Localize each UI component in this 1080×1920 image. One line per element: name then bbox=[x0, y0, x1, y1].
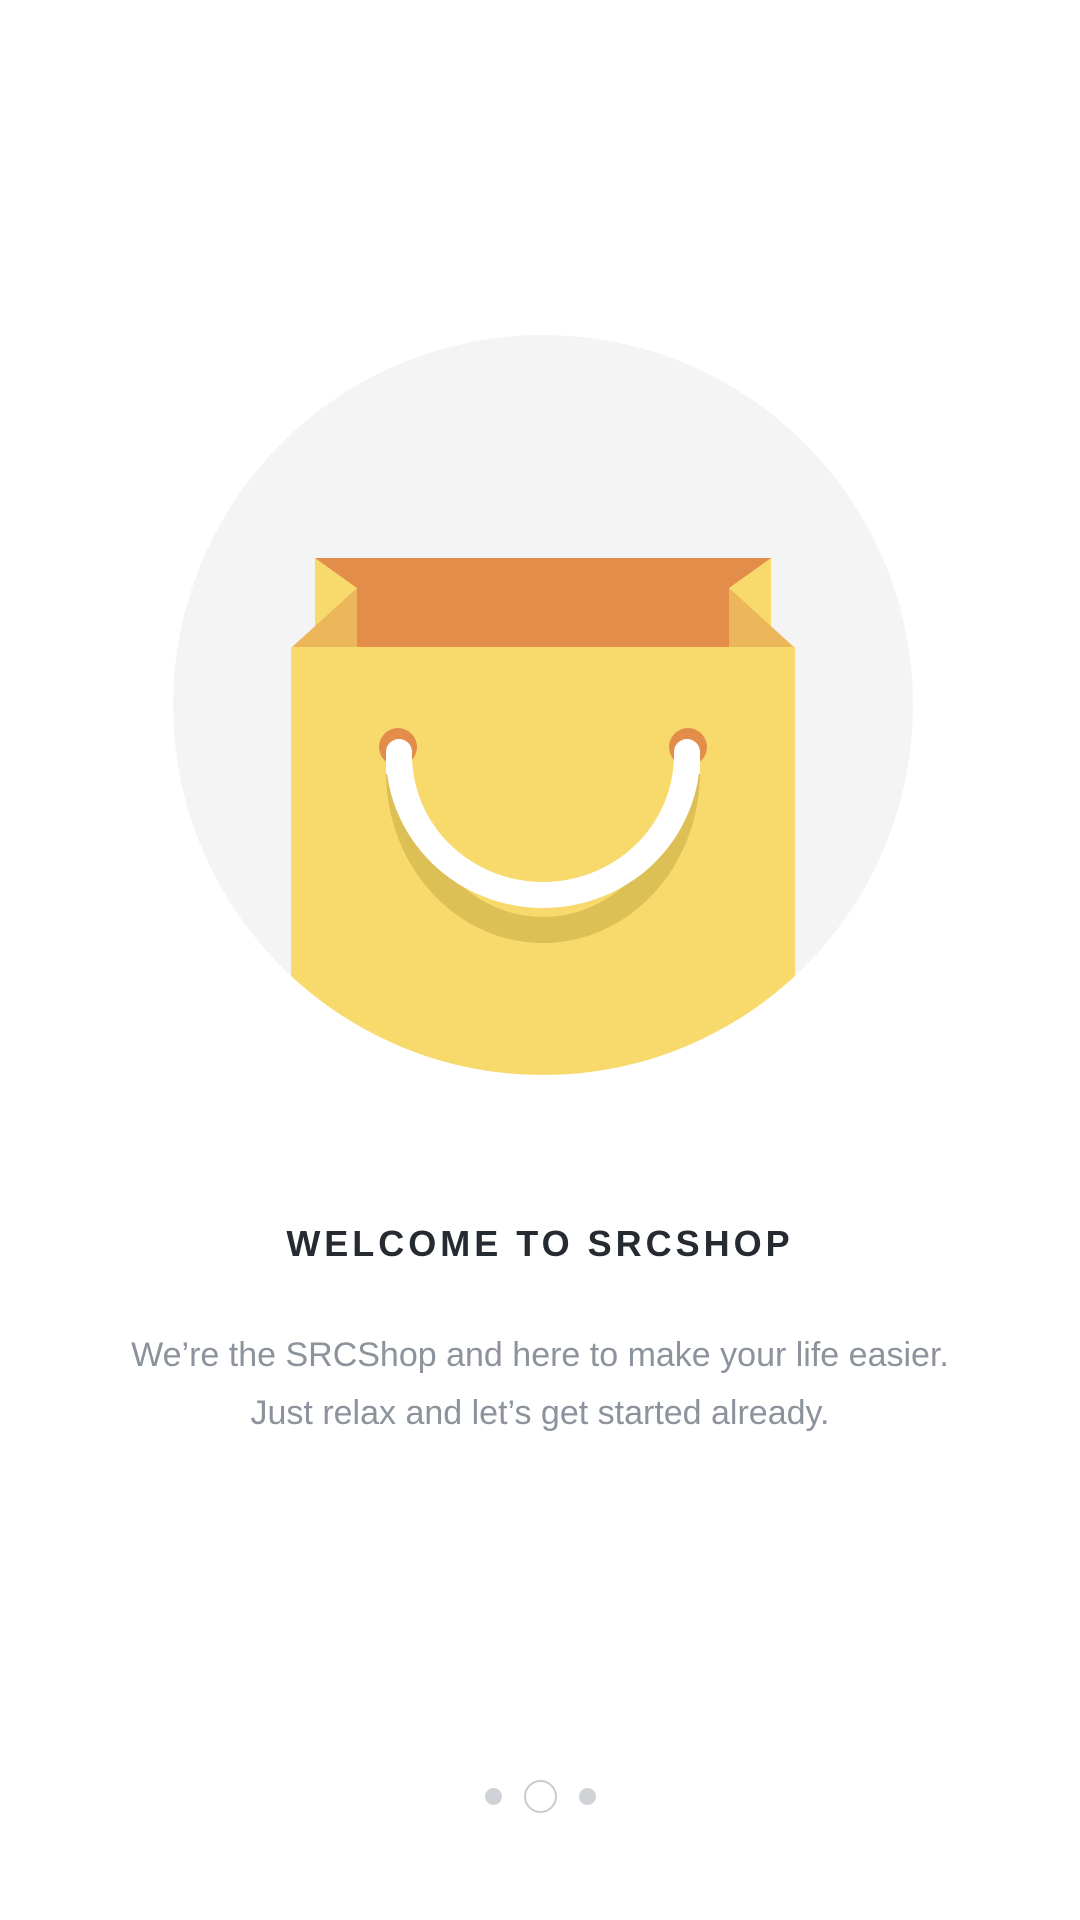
welcome-description: We’re the SRCShop and here to make your … bbox=[60, 1326, 1020, 1442]
page-dot-1[interactable] bbox=[484, 1787, 502, 1805]
welcome-title: WELCOME TO SRCSHOP bbox=[286, 1223, 794, 1264]
page-indicator bbox=[0, 1778, 1080, 1814]
bag-inner bbox=[315, 558, 771, 648]
page-dot-2-active[interactable] bbox=[523, 1779, 557, 1813]
description-line-1: We’re the SRCShop and here to make your … bbox=[131, 1336, 949, 1374]
description-line-2: Just relax and let’s get started already… bbox=[250, 1394, 830, 1432]
page-dot-3[interactable] bbox=[578, 1787, 596, 1805]
hero-illustration bbox=[0, 0, 1080, 1100]
shopping-bag-icon bbox=[173, 335, 913, 1075]
onboarding-screen: WELCOME TO SRCSHOP We’re the SRCShop and… bbox=[0, 0, 1080, 1920]
bag-body bbox=[291, 647, 795, 1075]
